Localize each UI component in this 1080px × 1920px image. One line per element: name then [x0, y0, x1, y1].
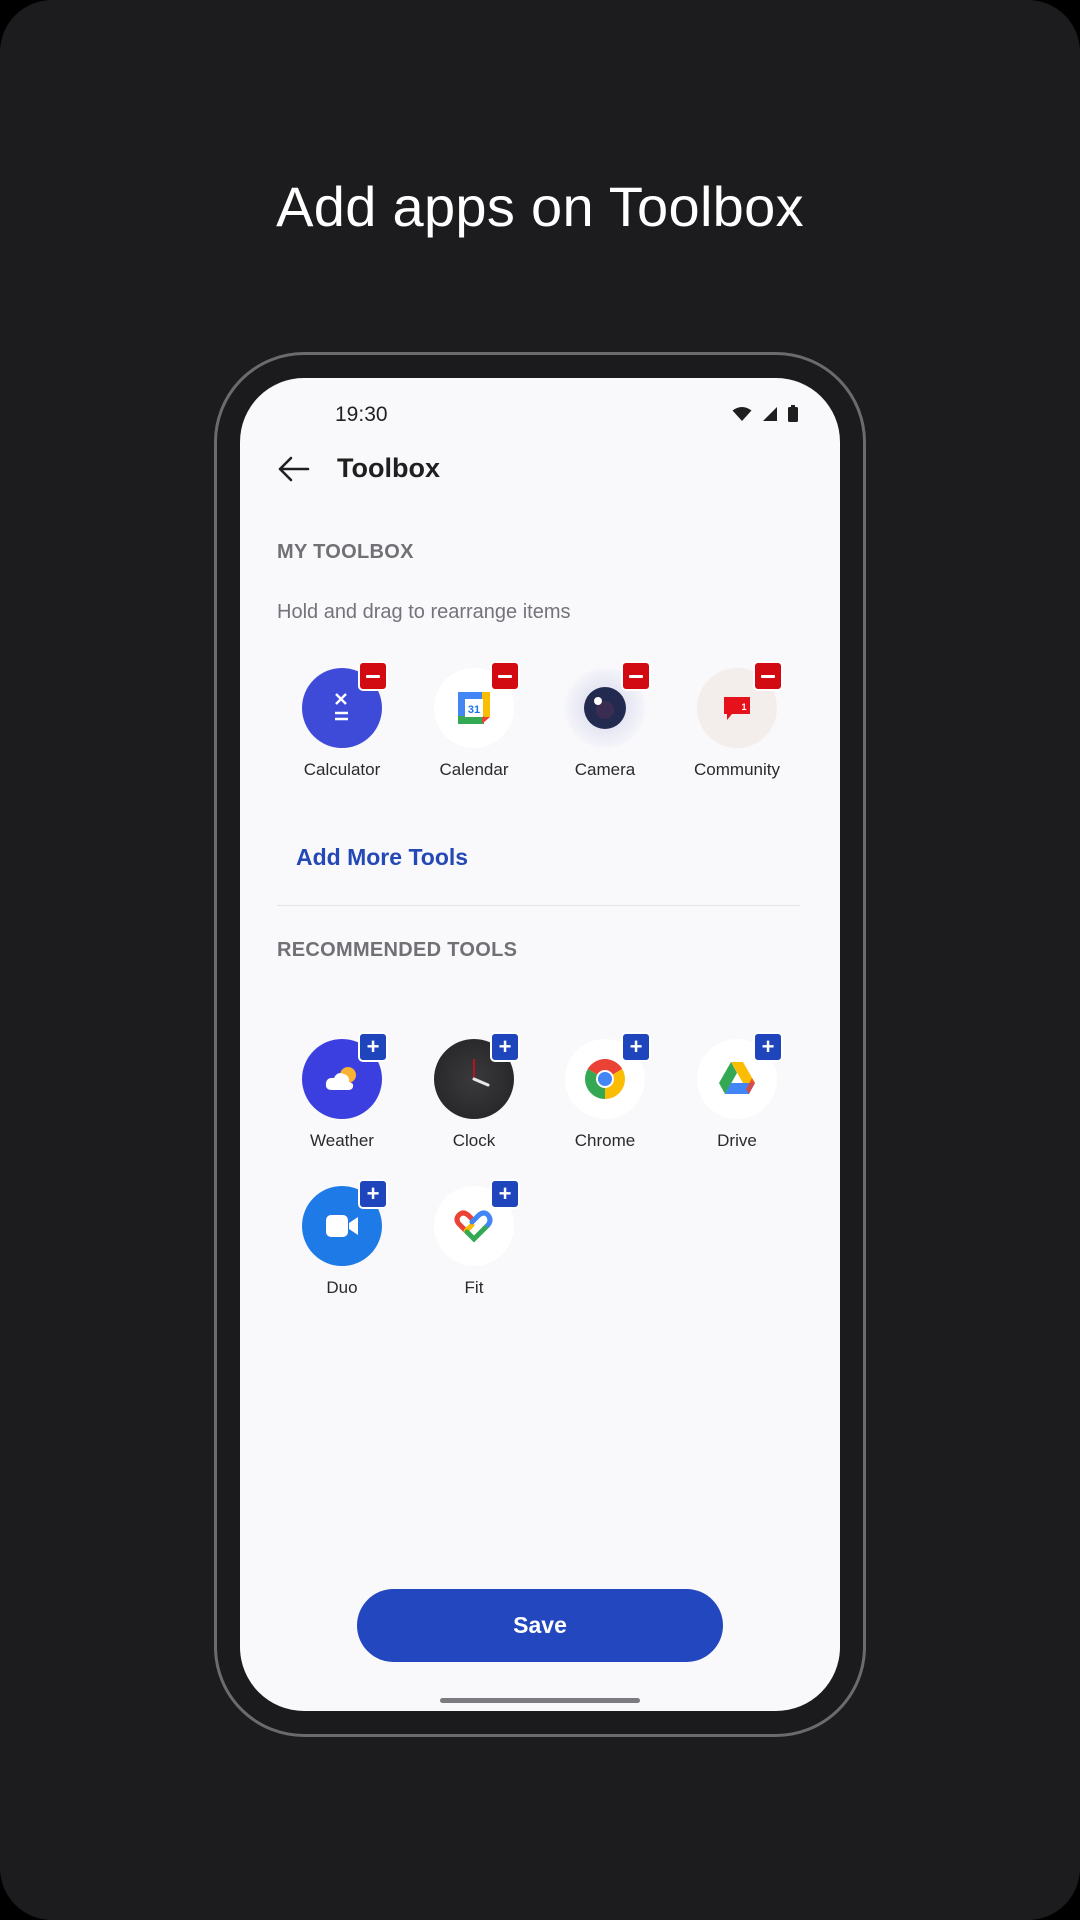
remove-tool-button[interactable]	[490, 661, 520, 691]
tool-label: Weather	[310, 1131, 374, 1150]
tool-label: Calculator	[303, 760, 381, 779]
tool-fit[interactable]: + Fit	[409, 1179, 539, 1298]
battery-icon	[788, 405, 798, 422]
tool-weather[interactable]: + Weather	[277, 1032, 407, 1151]
remove-tool-button[interactable]	[753, 661, 783, 691]
remove-icon	[761, 674, 775, 678]
my-toolbox-heading: MY TOOLBOX	[277, 541, 414, 563]
add-icon: +	[498, 1181, 512, 1206]
add-tool-button[interactable]: +	[358, 1032, 388, 1062]
tool-calendar[interactable]: 31 Calendar	[409, 661, 539, 780]
rearrange-hint: Hold and drag to rearrange items	[277, 601, 571, 623]
back-button[interactable]	[276, 454, 310, 484]
arrow-left-icon	[278, 456, 310, 482]
add-tool-button[interactable]: +	[753, 1032, 783, 1062]
chrome-icon: +	[565, 1032, 651, 1119]
remove-icon	[498, 674, 512, 678]
page-title: Toolbox	[337, 453, 440, 483]
home-indicator[interactable]	[440, 1698, 640, 1703]
remove-tool-button[interactable]	[358, 661, 388, 691]
promo-background: Add apps on Toolbox 19:30 Toolbox MY TOO…	[0, 0, 1080, 1920]
add-icon: +	[366, 1034, 380, 1059]
community-icon: 1	[697, 661, 783, 748]
tool-chrome[interactable]: + Chrome	[540, 1032, 670, 1151]
section-divider	[277, 905, 800, 906]
weather-icon: +	[302, 1032, 388, 1119]
calendar-day: 31	[468, 704, 480, 716]
camera-icon	[565, 661, 651, 748]
tool-camera[interactable]: Camera	[540, 661, 670, 780]
community-count: 1	[741, 702, 746, 712]
tool-calculator[interactable]: Calculator	[277, 661, 407, 780]
tool-label: Calendar	[439, 760, 509, 779]
add-icon: +	[366, 1181, 380, 1206]
fit-icon: +	[434, 1179, 520, 1266]
drive-icon: +	[697, 1032, 783, 1119]
cellular-signal-icon	[763, 406, 777, 421]
wifi-icon	[732, 406, 752, 421]
remove-tool-button[interactable]	[621, 661, 651, 691]
add-icon: +	[761, 1034, 775, 1059]
add-tool-button[interactable]: +	[358, 1179, 388, 1209]
status-time: 19:30	[335, 403, 388, 426]
tool-community[interactable]: 1 Community	[672, 661, 802, 780]
promo-headline: Add apps on Toolbox	[276, 175, 804, 238]
calculator-icon	[302, 661, 388, 748]
tool-clock[interactable]: + Clock	[409, 1032, 539, 1151]
tool-label: Community	[694, 760, 780, 779]
remove-icon	[629, 674, 643, 678]
save-button[interactable]: Save	[357, 1589, 723, 1662]
tool-label: Chrome	[574, 1131, 636, 1150]
remove-icon	[366, 674, 380, 678]
phone-screen: 19:30 Toolbox MY TOOLBOX Hold and drag t…	[240, 378, 840, 1711]
add-icon: +	[629, 1034, 643, 1059]
add-tool-button[interactable]: +	[490, 1179, 520, 1209]
duo-icon: +	[302, 1179, 388, 1266]
tool-label: Camera	[574, 760, 636, 779]
tool-drive[interactable]: + Drive	[672, 1032, 802, 1151]
tool-duo[interactable]: + Duo	[277, 1179, 407, 1298]
tool-label: Duo	[326, 1278, 358, 1297]
tool-label: Clock	[452, 1131, 496, 1150]
add-icon: +	[498, 1034, 512, 1059]
add-more-tools-link[interactable]: Add More Tools	[296, 844, 468, 871]
calendar-icon: 31	[434, 661, 520, 748]
tool-label: Fit	[464, 1278, 484, 1297]
status-icons	[732, 405, 798, 422]
tool-label: Drive	[717, 1131, 757, 1150]
clock-icon: +	[434, 1032, 520, 1119]
add-tool-button[interactable]: +	[490, 1032, 520, 1062]
add-tool-button[interactable]: +	[621, 1032, 651, 1062]
recommended-tools-heading: RECOMMENDED TOOLS	[277, 939, 518, 961]
